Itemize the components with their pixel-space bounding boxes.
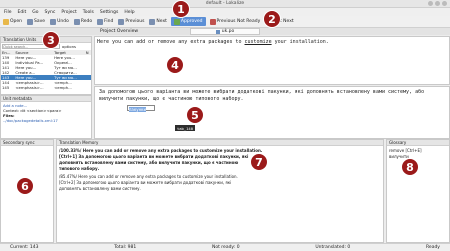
source-text-pane: Here you can add or remove any extra pac… (94, 36, 450, 85)
source-text: Here you can add or remove any extra pac… (97, 39, 329, 45)
status-not-ready: Not ready: 0 (211, 245, 240, 250)
next-button[interactable]: Next (148, 17, 167, 26)
menu-project[interactable]: Project (61, 10, 76, 15)
unit-metadata-pane: Unit metadata Add a note... Context: dit… (0, 95, 92, 139)
table-cell-n (85, 85, 91, 90)
arrow-up-icon (118, 18, 125, 25)
find-button[interactable]: Find (96, 17, 114, 26)
target-text[interactable]: За допомогою цього варіанта ви можете ви… (99, 89, 424, 102)
minimize-icon[interactable] (428, 1, 433, 6)
find-icon (97, 18, 104, 25)
marker-7: 7 (250, 153, 268, 171)
open-button[interactable]: Open (2, 17, 23, 26)
table-cell-id: 145 (2, 85, 10, 90)
window-controls (428, 1, 447, 6)
tm-entry-2[interactable]: /85.47%/ Here you can add or remove any … (59, 174, 381, 192)
tab-project-overview[interactable]: Project Overview (100, 28, 138, 35)
table-cell-target: <emph... (54, 85, 72, 90)
menu-go[interactable]: Go (32, 10, 38, 15)
arrow-down-icon (149, 18, 156, 25)
completion-popup[interactable]: пакунки (127, 105, 155, 112)
source-underlined-word: customize (244, 39, 272, 45)
previous-button[interactable]: Previous (117, 17, 145, 26)
options-button[interactable]: options (62, 44, 76, 49)
redo-icon (73, 18, 80, 25)
menu-file[interactable]: File (4, 10, 12, 15)
menu-sync[interactable]: Sync (45, 10, 56, 15)
glossary-pane: Glossary remove [Ctrl+E] вилучити (386, 139, 450, 243)
marker-2: 2 (263, 10, 281, 28)
tm-entry-1[interactable]: /100.33%/ Here you can add or remove any… (59, 148, 381, 172)
context-value: dit <section><para> (20, 108, 62, 113)
save-icon (27, 18, 34, 25)
approved-button[interactable]: Approved (170, 17, 206, 26)
secondary-header: Secondary sync (1, 140, 53, 146)
check-icon (173, 18, 180, 25)
folder-icon (3, 18, 9, 25)
tab-file[interactable]: uk.po (190, 28, 260, 35)
undo-icon (50, 18, 57, 25)
marker-4: 4 (166, 56, 184, 74)
title-bar: default - Lokalize (0, 0, 450, 8)
marker-6: 6 (16, 177, 34, 195)
tag-tooltip: tab_140 (175, 125, 195, 131)
status-untranslated: Untranslated: 0 (315, 245, 351, 250)
target-text-editor[interactable]: За допомогою цього варіанта ви можете ви… (94, 86, 450, 139)
file-icon (215, 29, 220, 34)
status-bar: Current: 143 Total: 981 Not ready: 0 Unt… (0, 243, 450, 251)
files-link[interactable]: ../doc/packagedetails.xml:17 (3, 118, 89, 123)
menu-edit[interactable]: Edit (18, 10, 27, 15)
menu-tools[interactable]: Tools (83, 10, 94, 15)
status-ready: Ready (426, 245, 440, 250)
menu-settings[interactable]: Settings (100, 10, 118, 15)
window-title: default - Lokalize (205, 1, 245, 6)
main-toolbar: Open Save Undo Redo Find Previous Next A… (0, 16, 450, 28)
save-button[interactable]: Save (26, 17, 46, 26)
undo-button[interactable]: Undo (49, 17, 70, 26)
status-current: Current: 143 (10, 245, 39, 250)
menu-help[interactable]: Help (124, 10, 134, 15)
prev-fuzzy-icon (209, 18, 216, 25)
table-cell-source: <emphasis>... (15, 85, 44, 90)
glossary-translation[interactable]: вилучити (389, 154, 447, 160)
previous-not-ready-button[interactable]: Previous Not Ready (209, 17, 262, 26)
completion-item[interactable]: пакунки (129, 107, 146, 112)
menu-bar: File Edit Go Sync Project Tools Settings… (0, 8, 450, 16)
table-row[interactable]: 145 <emphasis>... <emph... (1, 85, 91, 90)
redo-button[interactable]: Redo (73, 17, 93, 26)
marker-5: 5 (186, 106, 204, 124)
units-table: En... Source Target N 139 Here you... Here… (1, 50, 91, 90)
marker-8: 8 (401, 158, 419, 176)
marker-3: 3 (42, 31, 60, 49)
translation-memory-pane: Translation Memory /100.33%/ Here you ca… (56, 139, 384, 243)
status-total: Total: 981 (114, 245, 137, 250)
maximize-icon[interactable] (435, 1, 440, 6)
close-icon[interactable] (442, 1, 447, 6)
marker-1: 1 (172, 0, 190, 18)
